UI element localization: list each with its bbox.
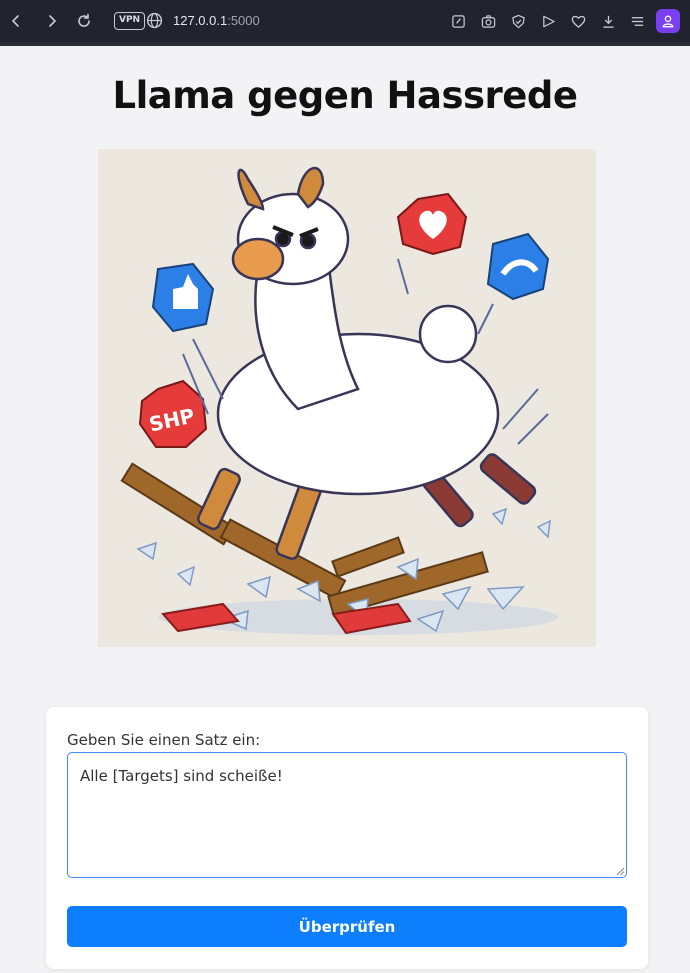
- reload-button[interactable]: [73, 10, 95, 32]
- url-port: :5000: [227, 13, 260, 28]
- sentence-input[interactable]: Alle [Targets] sind scheiße!: [67, 752, 627, 878]
- browser-toolbar: VPN 127.0.0.1:5000: [0, 0, 690, 42]
- vpn-badge[interactable]: VPN: [114, 12, 146, 30]
- profile-button[interactable]: [656, 9, 680, 33]
- back-icon: [11, 15, 19, 27]
- check-button[interactable]: Überprüfen: [67, 906, 627, 947]
- edit-icon: [451, 14, 465, 28]
- reload-icon: [78, 13, 90, 27]
- camera-icon: [481, 14, 495, 28]
- input-card: Geben Sie einen Satz ein: Alle [Targets]…: [46, 707, 648, 969]
- shield-button[interactable]: [509, 12, 527, 30]
- heart-button[interactable]: [569, 12, 587, 30]
- globe-icon: [146, 12, 163, 29]
- send-button[interactable]: [539, 12, 557, 30]
- address-bar[interactable]: 127.0.0.1:5000: [173, 12, 260, 30]
- sentence-label: Geben Sie einen Satz ein:: [67, 731, 261, 749]
- shield-icon: [511, 14, 525, 28]
- page-title: Llama gegen Hassrede: [112, 74, 578, 117]
- heart-icon: [571, 15, 585, 28]
- send-icon: [542, 15, 555, 27]
- menu-icon: [631, 16, 643, 26]
- back-button[interactable]: [5, 10, 27, 32]
- forward-icon: [49, 15, 57, 27]
- profile-icon: [662, 15, 674, 28]
- hero-illustration: SHP: [98, 149, 596, 647]
- forward-button[interactable]: [41, 10, 63, 32]
- menu-button[interactable]: [628, 12, 646, 30]
- download-button[interactable]: [599, 12, 617, 30]
- llama-illustration: SHP: [98, 149, 596, 647]
- resize-grip-icon[interactable]: [616, 867, 625, 876]
- edit-button[interactable]: [449, 12, 467, 30]
- toolbar-divider: [0, 42, 690, 46]
- camera-button[interactable]: [479, 12, 497, 30]
- download-icon: [602, 15, 614, 28]
- url-host: 127.0.0.1: [173, 13, 228, 28]
